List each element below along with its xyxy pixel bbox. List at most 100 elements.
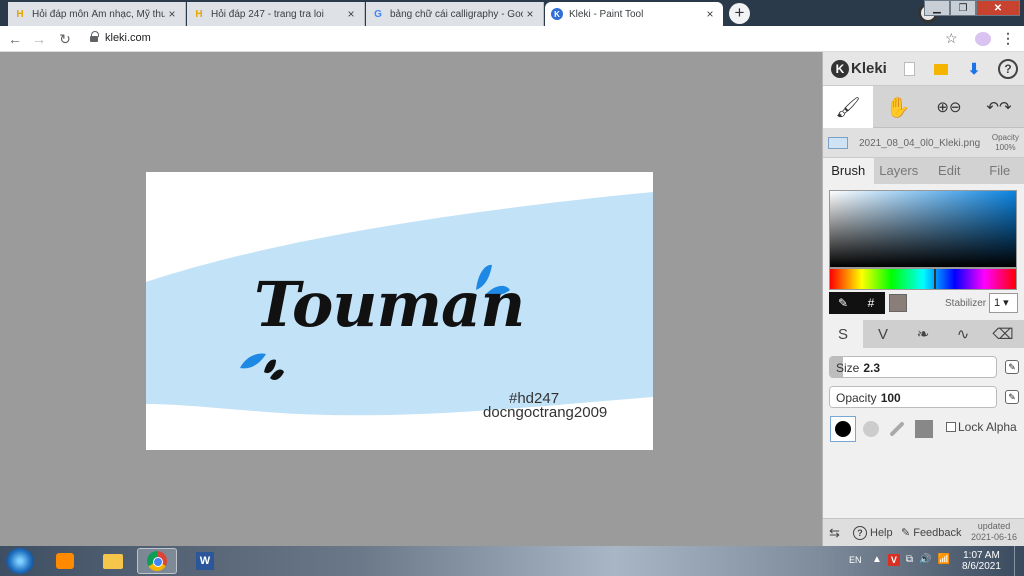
square-shape[interactable] [911, 416, 937, 442]
tab-brush[interactable]: Brush [823, 158, 874, 184]
artwork-author-text: docngoctrang2009 [483, 404, 608, 421]
tab-title: Hỏi đáp môn Âm nhạc, Mỹ thuật [32, 8, 165, 20]
feedback-link[interactable]: ✎ Feedback [901, 526, 962, 540]
stabilizer-label: Stabilizer [945, 298, 987, 309]
new-image-icon[interactable] [899, 59, 919, 79]
hard-round-icon [835, 421, 851, 437]
size-value: 2.3 [863, 361, 881, 375]
back-button[interactable]: ← [6, 30, 24, 48]
antivirus-tray-icon[interactable]: V [887, 554, 900, 566]
opacity-value: 100% [995, 143, 1016, 152]
volume-icon[interactable]: 🔊 [919, 554, 931, 566]
drawing-canvas[interactable]: Touman #hd247 docngoctrang2009 [146, 172, 653, 450]
panel-footer: ⇆ ? Help ✎ Feedback updated 2021-06-16 [823, 518, 1024, 546]
new-tab-button[interactable]: + [729, 3, 750, 24]
eyedropper-icon[interactable]: ✎ [829, 292, 857, 314]
layer-opacity-readout: Opacity 100% [992, 133, 1019, 153]
media-player-icon [56, 553, 74, 569]
smooth-brush-icon[interactable]: ∿ [943, 320, 983, 348]
tray-expand-icon[interactable]: ▲ [872, 554, 882, 566]
minimize-button[interactable]: ▁ [924, 0, 950, 16]
zoom-icon[interactable]: ⊕⊖ [927, 86, 971, 128]
media-player-app[interactable] [45, 548, 85, 574]
color-picker: ✎ # Stabilizer 1 ▾ [823, 184, 1024, 320]
language-indicator[interactable]: EN [849, 555, 862, 565]
folder-icon [103, 553, 123, 569]
start-button[interactable] [6, 548, 34, 574]
size-slider[interactable]: Size 2.3 [829, 356, 997, 378]
opacity-slider[interactable]: Opacity 100 [829, 386, 997, 408]
feedback-label: Feedback [913, 526, 962, 539]
lock-alpha-checkbox[interactable]: Lock Alpha [946, 420, 1017, 434]
tab-hoidap-247[interactable]: H Hỏi đáp 247 - trang tra loi × [187, 2, 365, 26]
sketchy-brush-icon[interactable]: ❧ [903, 320, 943, 348]
stabilizer-select[interactable]: 1 ▾ [989, 293, 1018, 313]
browser-toolbar: ← → ↻ kleki.com ☆ ⋮ [0, 26, 1024, 52]
chrome-app[interactable] [137, 548, 177, 574]
swap-side-icon[interactable]: ⇆ [829, 525, 840, 541]
pressure-size-icon[interactable]: ✎ [1005, 360, 1019, 374]
saturation-value-field[interactable] [829, 190, 1017, 268]
pen-brush-icon[interactable]: S [823, 320, 863, 348]
hex-input-icon[interactable]: # [857, 292, 885, 314]
maximize-button[interactable]: ❐ [950, 0, 976, 16]
kleki-logo-icon: K [831, 60, 849, 78]
browser-menu-icon[interactable]: ⋮ [1001, 30, 1015, 47]
undo-redo-icon[interactable]: ↶↷ [975, 86, 1023, 128]
blend-brush-icon[interactable]: V [863, 320, 903, 348]
hue-handle[interactable] [934, 269, 936, 289]
tab-kleki[interactable]: K Kleki - Paint Tool × [545, 2, 723, 26]
hue-slider[interactable] [829, 268, 1017, 290]
show-desktop-button[interactable] [1014, 546, 1024, 576]
file-explorer-app[interactable] [93, 548, 133, 574]
image-thumbnail[interactable] [828, 137, 848, 149]
bookmark-star-icon[interactable]: ☆ [945, 30, 958, 47]
pressure-opacity-icon[interactable]: ✎ [1005, 390, 1019, 404]
tab-title: bảng chữ cái calligraphy - Googl [390, 8, 523, 20]
size-label-text: Size [836, 361, 860, 375]
lock-icon[interactable] [90, 31, 99, 43]
chisel-shape[interactable] [884, 416, 910, 442]
help-link[interactable]: ? Help [853, 526, 893, 540]
tab-hoidap-music[interactable]: H Hỏi đáp môn Âm nhạc, Mỹ thuật × [8, 2, 186, 26]
reload-button[interactable]: ↻ [56, 30, 74, 48]
tab-close-icon[interactable]: × [523, 7, 537, 21]
tab-title: Kleki - Paint Tool [569, 8, 644, 20]
brush-tool-icon[interactable]: 🖌 [823, 86, 873, 128]
open-folder-icon[interactable] [931, 59, 951, 79]
close-window-button[interactable]: ✕ [976, 0, 1020, 16]
address-bar[interactable]: kleki.com [105, 32, 151, 44]
hard-round-shape[interactable] [830, 416, 856, 442]
chrome-icon [147, 551, 167, 571]
word-app[interactable]: W [185, 548, 225, 574]
panel-header: K Kleki ⬇ ? [823, 52, 1024, 86]
size-label: Size 2.3 [836, 361, 880, 375]
tab-close-icon[interactable]: × [165, 7, 179, 21]
brush-type-row: S V ❧ ∿ ⌫ [823, 320, 1024, 348]
updated-info: updated 2021-06-16 [971, 521, 1017, 543]
tab-close-icon[interactable]: × [344, 7, 358, 21]
kleki-favicon-icon: K [551, 8, 563, 20]
tab-edit[interactable]: Edit [924, 158, 975, 184]
display-tray-icon[interactable]: ⧉ [906, 554, 913, 566]
word-icon: W [196, 552, 214, 570]
system-clock[interactable]: 1:07 AM 8/6/2021 [962, 550, 1001, 572]
kleki-logo: Kleki [851, 60, 887, 77]
secondary-color-swatch[interactable] [889, 294, 907, 312]
download-icon[interactable]: ⬇ [964, 59, 984, 79]
checkbox-icon[interactable] [946, 422, 956, 432]
forward-button[interactable]: → [30, 30, 48, 48]
tab-strip: H Hỏi đáp môn Âm nhạc, Mỹ thuật × H Hỏi … [0, 0, 1024, 26]
tab-google-search[interactable]: G bảng chữ cái calligraphy - Googl × [366, 2, 544, 26]
help-icon[interactable]: ? [998, 59, 1018, 79]
canvas-viewport[interactable]: Touman #hd247 docngoctrang2009 [0, 52, 822, 546]
extension-icon[interactable] [975, 32, 991, 46]
network-icon[interactable]: 📶 [938, 554, 950, 566]
tab-close-icon[interactable]: × [703, 7, 717, 21]
hand-tool-icon[interactable]: ✋ [873, 86, 923, 128]
tab-layers[interactable]: Layers [874, 158, 925, 184]
soft-round-shape[interactable] [858, 416, 884, 442]
file-info-row: 2021_08_04_0l0_Kleki.png Opacity 100% [823, 128, 1024, 158]
tab-file[interactable]: File [975, 158, 1024, 184]
eraser-icon[interactable]: ⌫ [983, 320, 1023, 348]
